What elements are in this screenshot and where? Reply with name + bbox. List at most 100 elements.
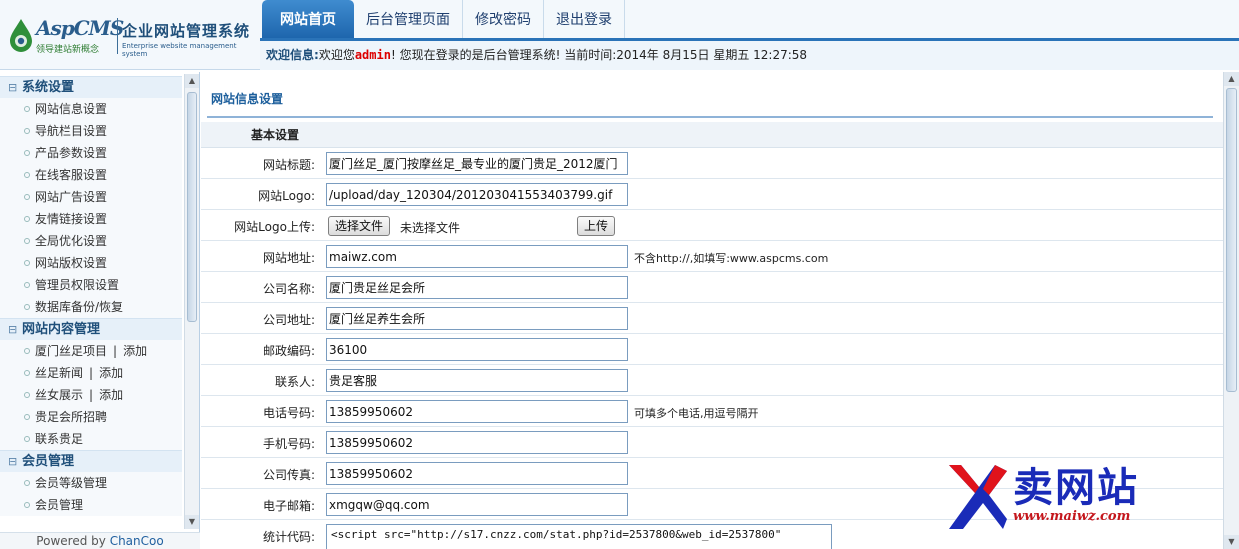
site-title-input[interactable] [326, 152, 628, 175]
title-divider [207, 116, 1213, 118]
upload-button[interactable]: 上传 [577, 216, 616, 236]
add-link[interactable]: 添加 [99, 388, 123, 402]
logo-brand: AspCMS [36, 16, 124, 40]
bullet-icon [24, 304, 30, 310]
powered-prefix: Powered by [36, 534, 106, 548]
mobile-input[interactable] [326, 431, 628, 454]
site-logo-input[interactable] [326, 183, 628, 206]
sidebar-item-label: 在线客服设置 [35, 168, 108, 182]
sidebar-group-members[interactable]: ⊟ 会员管理 [0, 450, 182, 472]
sidebar-item-product-params[interactable]: 产品参数设置 [0, 142, 182, 164]
collapse-icon[interactable]: ⊟ [8, 319, 17, 341]
logo-divider [117, 18, 118, 54]
contact-input[interactable] [326, 369, 628, 392]
stats-code-textarea[interactable]: <script src="http://s17.cnzz.com/stat.ph… [326, 524, 832, 549]
sidebar-item-label: 贵足会所招聘 [35, 410, 108, 424]
sidebar-scrollbar[interactable]: ▲ ▼ [184, 74, 199, 529]
field-label: 公司传真: [262, 468, 315, 482]
sidebar-item-admin-permissions[interactable]: 管理员权限设置 [0, 274, 182, 296]
field-label: 联系人: [274, 375, 315, 389]
sidebar-item-nav-columns[interactable]: 导航栏目设置 [0, 120, 182, 142]
sidebar-item-member-manage[interactable]: 会员管理 [0, 494, 182, 516]
sidebar-item-label: 管理员权限设置 [35, 278, 120, 292]
sidebar: ⊟ 系统设置 网站信息设置 导航栏目设置 产品参数设置 在线客服设置 网站广告设置… [0, 72, 200, 549]
scroll-thumb[interactable] [1226, 88, 1237, 392]
sidebar-item-seo[interactable]: 全局优化设置 [0, 230, 182, 252]
sidebar-item-member-levels[interactable]: 会员等级管理 [0, 472, 182, 494]
sidebar-item-ads[interactable]: 网站广告设置 [0, 186, 182, 208]
sidebar-group-content[interactable]: ⊟ 网站内容管理 [0, 318, 182, 340]
collapse-icon[interactable]: ⊟ [8, 77, 17, 99]
bullet-icon [24, 480, 30, 486]
sidebar-item-label: 网站版权设置 [35, 256, 108, 270]
bullet-icon [24, 436, 30, 442]
add-link[interactable]: 添加 [99, 366, 123, 380]
fax-input[interactable] [326, 462, 628, 485]
form-row-phone: 电话号码: 可填多个电话,用逗号隔开 [201, 396, 1223, 427]
field-label: 网站Logo: [258, 189, 315, 203]
tab-change-password[interactable]: 修改密码 [463, 0, 544, 38]
sidebar-item-label: 联系贵足 [35, 432, 84, 446]
welcome-username: admin [354, 48, 391, 62]
sidebar-item-news[interactable]: 丝足新闻 | 添加 [0, 362, 182, 384]
company-address-input[interactable] [326, 307, 628, 330]
sidebar-item-label: 丝足新闻 [35, 366, 84, 380]
form-row-site-logo: 网站Logo: [201, 179, 1223, 210]
section-title: 基本设置 [201, 122, 1223, 148]
sidebar-item-showcase[interactable]: 丝女展示 | 添加 [0, 384, 182, 406]
scroll-up-icon[interactable]: ▲ [185, 74, 199, 88]
bullet-icon [24, 172, 30, 178]
field-label: 网站Logo上传: [234, 220, 315, 234]
sidebar-item-projects[interactable]: 厦门丝足项目 | 添加 [0, 340, 182, 362]
field-label: 电话号码: [262, 406, 315, 420]
field-label: 公司名称: [262, 282, 315, 296]
bullet-icon [24, 370, 30, 376]
powered-by: Powered by ChanCoo [0, 532, 200, 549]
sidebar-group-title: 网站内容管理 [22, 322, 101, 337]
form-row-mobile: 手机号码: [201, 427, 1223, 458]
sidebar-item-recruitment[interactable]: 贵足会所招聘 [0, 406, 182, 428]
site-url-input[interactable] [326, 245, 628, 268]
field-label: 网站标题: [262, 158, 315, 172]
separator: | [89, 388, 94, 402]
sidebar-item-online-service[interactable]: 在线客服设置 [0, 164, 182, 186]
sidebar-item-friend-links[interactable]: 友情链接设置 [0, 208, 182, 230]
sidebar-item-label: 会员等级管理 [35, 476, 108, 490]
sidebar-item-label: 全局优化设置 [35, 234, 108, 248]
bullet-icon [24, 392, 30, 398]
welcome-bar: 欢迎信息:欢迎您admin! 您现在登录的是后台管理系统! 当前时间:2014年… [260, 38, 1239, 70]
sidebar-item-contact[interactable]: 联系贵足 [0, 428, 182, 450]
sidebar-item-site-info[interactable]: 网站信息设置 [0, 98, 182, 120]
sidebar-item-label: 产品参数设置 [35, 146, 108, 160]
bullet-icon [24, 238, 30, 244]
form-row-contact: 联系人: [201, 365, 1223, 396]
logo-title-en: Enterprise website management system [122, 42, 237, 58]
phone-input[interactable] [326, 400, 628, 423]
sidebar-item-label: 友情链接设置 [35, 212, 108, 226]
logo-slogan: 领导建站新概念 [36, 45, 100, 55]
scroll-thumb[interactable] [187, 92, 197, 322]
add-link[interactable]: 添加 [123, 344, 147, 358]
postcode-input[interactable] [326, 338, 628, 361]
company-name-input[interactable] [326, 276, 628, 299]
scroll-down-icon[interactable]: ▼ [185, 515, 199, 529]
tab-home[interactable]: 网站首页 [262, 0, 354, 38]
tab-admin[interactable]: 后台管理页面 [354, 0, 463, 38]
sidebar-item-copyright[interactable]: 网站版权设置 [0, 252, 182, 274]
scroll-up-icon[interactable]: ▲ [1224, 72, 1239, 86]
tab-logout[interactable]: 退出登录 [544, 0, 625, 38]
field-hint: 可填多个电话,用逗号隔开 [634, 407, 759, 420]
logo: AspCMS 领导建站新概念 企业网站管理系统 Enterprise websi… [6, 12, 258, 60]
logo-title-cn: 企业网站管理系统 [122, 22, 251, 40]
sidebar-menu: ⊟ 系统设置 网站信息设置 导航栏目设置 产品参数设置 在线客服设置 网站广告设置… [0, 76, 182, 529]
powered-link[interactable]: ChanCoo [110, 534, 164, 548]
field-label: 邮政编码: [262, 344, 315, 358]
header: AspCMS 领导建站新概念 企业网站管理系统 Enterprise websi… [0, 0, 1239, 70]
collapse-icon[interactable]: ⊟ [8, 451, 17, 473]
choose-file-button[interactable]: 选择文件 [328, 216, 391, 236]
sidebar-group-system[interactable]: ⊟ 系统设置 [0, 76, 182, 98]
field-label: 统计代码: [262, 530, 315, 544]
sidebar-item-db-backup[interactable]: 数据库备份/恢复 [0, 296, 182, 318]
welcome-prefix: 欢迎您 [318, 48, 355, 62]
email-input[interactable] [326, 493, 628, 516]
